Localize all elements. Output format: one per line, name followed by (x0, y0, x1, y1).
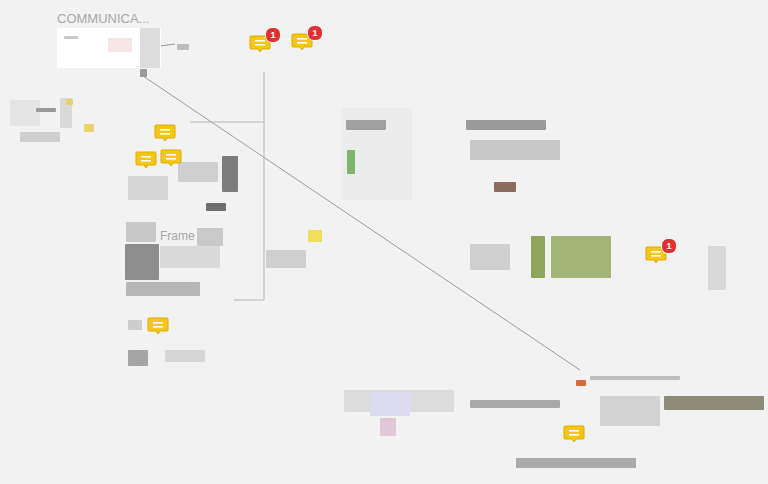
board-item[interactable] (125, 244, 159, 280)
comment-pin[interactable]: 1 (291, 33, 313, 53)
board-item[interactable] (197, 228, 223, 246)
board-item[interactable] (10, 100, 40, 126)
comment-icon (154, 124, 176, 144)
unread-badge: 1 (265, 27, 281, 43)
board-item[interactable] (664, 396, 764, 410)
board-item[interactable] (494, 182, 516, 192)
board-item[interactable] (551, 236, 611, 278)
board-item[interactable] (531, 236, 545, 278)
board-item[interactable] (160, 246, 220, 268)
comment-pin[interactable] (147, 317, 169, 337)
board-item[interactable] (36, 108, 56, 112)
comment-icon (563, 425, 585, 445)
board-item[interactable] (178, 162, 218, 182)
comment-pin[interactable] (135, 151, 157, 171)
comment-icon (160, 149, 182, 169)
whiteboard-canvas[interactable]: COMMUNICA...Frame111 (0, 0, 768, 484)
board-item[interactable] (66, 99, 73, 105)
board-item[interactable] (126, 282, 200, 296)
board-item[interactable] (266, 250, 306, 268)
board-item[interactable] (308, 230, 322, 242)
comment-icon (147, 317, 169, 337)
board-item[interactable] (140, 28, 160, 68)
board-item[interactable] (708, 246, 726, 290)
board-item[interactable] (516, 458, 636, 468)
board-item[interactable] (108, 38, 132, 52)
board-item[interactable] (346, 120, 386, 130)
frame-title[interactable]: COMMUNICA... (57, 11, 149, 27)
frame-title[interactable]: Frame (160, 229, 195, 243)
board-item[interactable] (126, 222, 156, 242)
board-item[interactable] (600, 396, 660, 426)
board-item[interactable] (165, 350, 205, 362)
board-item[interactable] (380, 418, 396, 436)
comment-pin[interactable]: 1 (645, 246, 667, 266)
board-item[interactable] (128, 350, 148, 366)
board-item[interactable] (128, 176, 168, 200)
unread-badge: 1 (307, 25, 323, 41)
comment-pin[interactable] (154, 124, 176, 144)
board-item[interactable] (470, 244, 510, 270)
board-item[interactable] (84, 124, 94, 132)
comment-icon (135, 151, 157, 171)
board-item[interactable] (347, 150, 355, 174)
board-item[interactable] (206, 203, 226, 211)
board-item[interactable] (64, 36, 78, 39)
board-item[interactable] (20, 132, 60, 142)
board-item[interactable] (470, 140, 560, 160)
board-item[interactable] (140, 69, 147, 77)
comment-pin[interactable] (563, 425, 585, 445)
board-item[interactable] (128, 320, 142, 330)
board-item[interactable] (470, 400, 560, 408)
comment-pin[interactable] (160, 149, 182, 169)
board-item[interactable] (466, 120, 546, 130)
board-item[interactable] (222, 156, 238, 192)
unread-badge: 1 (661, 238, 677, 254)
board-item[interactable] (177, 44, 189, 50)
comment-pin[interactable]: 1 (249, 35, 271, 55)
board-item[interactable] (590, 376, 680, 380)
board-item[interactable] (576, 380, 586, 386)
board-item[interactable] (370, 392, 410, 416)
